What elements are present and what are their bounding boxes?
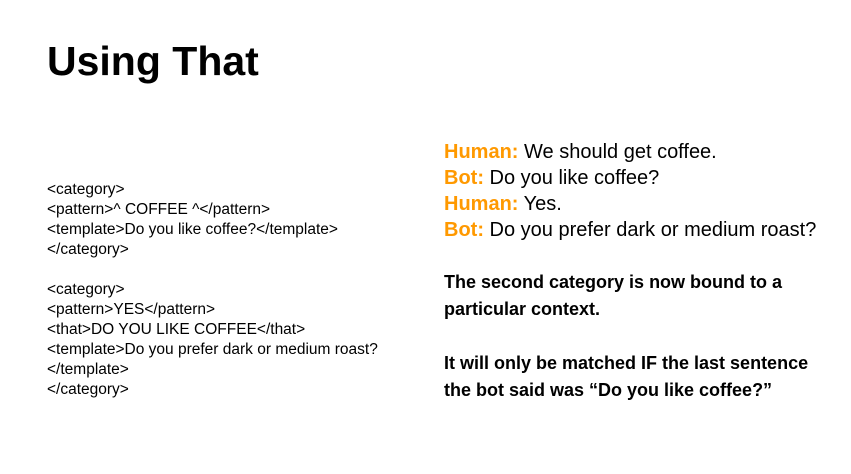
code-line: </category>	[47, 241, 129, 258]
speaker-label: Bot:	[444, 219, 484, 241]
code-line: <template>Do you like coffee?</template>	[47, 221, 338, 238]
code-line: </category>	[47, 381, 129, 398]
speaker-label: Bot:	[444, 167, 484, 189]
speaker-label: Human:	[444, 193, 519, 215]
code-line: <pattern>YES</pattern>	[47, 301, 216, 318]
dialogue-text: We should get coffee.	[524, 141, 717, 163]
code-line: <category>	[47, 181, 125, 198]
dialogue-text: Yes.	[523, 193, 562, 215]
dialogue-line: Bot: Do you prefer dark or medium roast?	[444, 217, 824, 243]
context-note: The second category is now bound to a pa…	[444, 272, 783, 319]
dialogue-line: Human: We should get coffee.	[444, 139, 824, 165]
code-line: <pattern>^ COFFEE ^</pattern>	[47, 201, 271, 218]
right-column: Human: We should get coffee. Bot: Do you…	[444, 139, 824, 404]
dialogue-text: Do you like coffee?	[489, 167, 660, 189]
code-line: <template>Do you prefer dark or medium r…	[47, 341, 378, 378]
aiml-code-block: <category> <pattern>^ COFFEE ^</pattern>…	[47, 180, 387, 400]
dialogue-line: Bot: Do you like coffee?	[444, 165, 824, 191]
dialogue-line: Human: Yes.	[444, 191, 824, 217]
dialogue-text: Do you prefer dark or medium roast?	[489, 219, 817, 241]
code-line: <category>	[47, 281, 125, 298]
code-line: <that>DO YOU LIKE COFFEE</that>	[47, 321, 306, 338]
match-condition-note: It will only be matched IF the last sent…	[444, 353, 809, 400]
code-category-1: <category> <pattern>^ COFFEE ^</pattern>…	[47, 180, 387, 260]
dialogue-example: Human: We should get coffee. Bot: Do you…	[444, 139, 824, 243]
speaker-label: Human:	[444, 141, 519, 163]
slide-title: Using That	[47, 38, 259, 84]
code-category-2: <category> <pattern>YES</pattern> <that>…	[47, 280, 387, 400]
